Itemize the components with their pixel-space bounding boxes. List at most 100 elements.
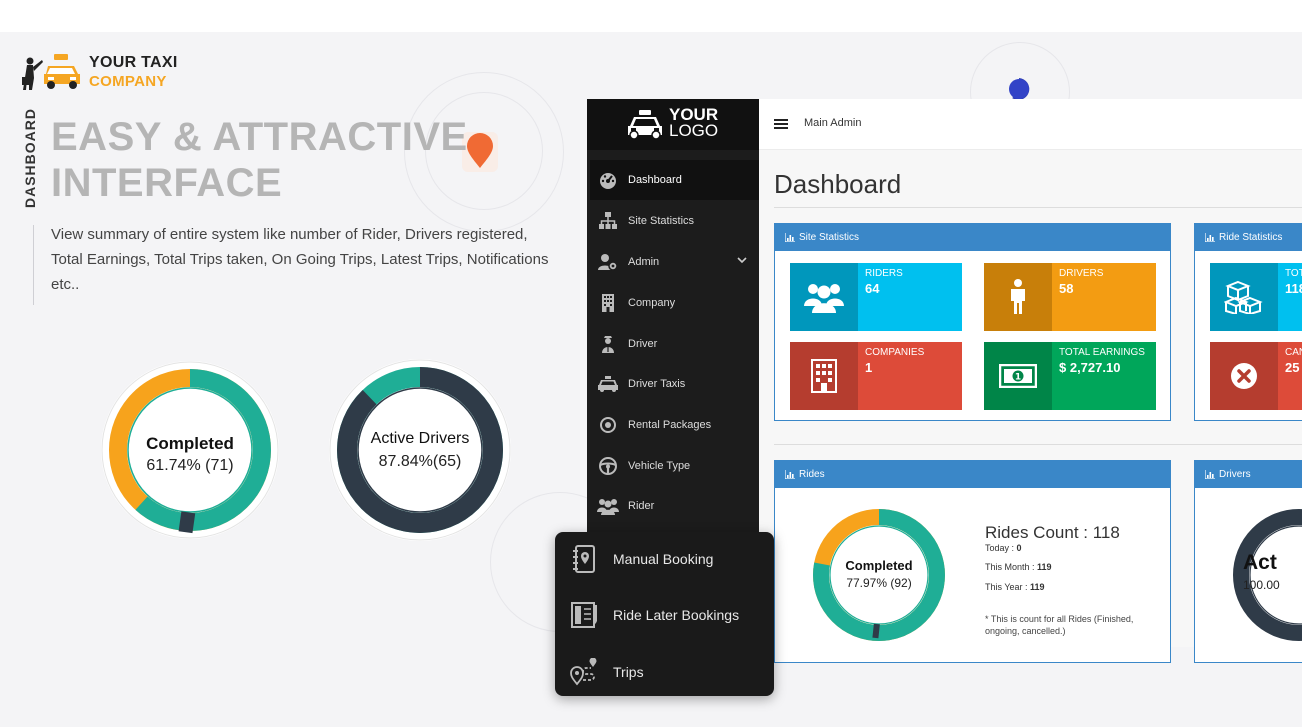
sidebar-item-admin[interactable]: Admin: [590, 242, 759, 282]
stat-value: 58: [1059, 281, 1074, 296]
stat-tile-drivers[interactable]: DRIVERS 58: [984, 263, 1156, 331]
dashboard-gauge-icon: [596, 168, 620, 192]
stat-tile-riders[interactable]: RIDERS 64: [790, 263, 962, 331]
stat-name: RIDERS: [865, 268, 903, 279]
active-drivers-donut-label: Active Drivers: [370, 430, 470, 447]
drivers-donut-value: 100.00: [1243, 578, 1280, 592]
menu-item-manual-booking[interactable]: Manual Booking: [555, 533, 774, 585]
rides-donut-value: 77.97% (92): [846, 576, 912, 590]
menu-item-label: Trips: [613, 664, 644, 680]
sidebar-item-driver-taxis[interactable]: Driver Taxis: [590, 364, 759, 404]
stat-value: $ 2,727.10: [1059, 360, 1121, 375]
sidebar-item-driver[interactable]: Driver: [590, 324, 759, 364]
route-pin-icon: [569, 657, 599, 687]
calendar-book-icon: [569, 600, 599, 630]
rides-panel-title: Rides: [799, 469, 825, 480]
stat-name: TOTAL EARNINGS: [1059, 347, 1145, 358]
active-drivers-donut-card: Active Drivers 87.84%(65): [328, 358, 512, 542]
sidebar-item-label: Admin: [628, 256, 660, 268]
stat-name: TOT: [1285, 268, 1302, 279]
section-divider: [774, 444, 1302, 445]
stat-value: 64: [865, 281, 880, 296]
stat-tile-body: TOTAL EARNINGS $ 2,727.10: [1052, 342, 1156, 410]
sidebar-item-dashboard[interactable]: Dashboard: [590, 160, 759, 200]
male-person-icon: [984, 263, 1052, 331]
menu-item-label: Ride Later Bookings: [613, 607, 740, 623]
menu-item-trips[interactable]: Trips: [555, 646, 774, 698]
money-bill-icon: 1: [984, 342, 1052, 410]
rides-today-value: 0: [1016, 543, 1022, 553]
completed-donut-gap-marker: [178, 511, 196, 534]
drivers-panel-header: Drivers: [1195, 461, 1302, 488]
page-title: Dashboard: [774, 169, 902, 199]
rides-donut-chart: [813, 509, 945, 641]
sidebar-item-rider[interactable]: Rider: [590, 486, 759, 526]
stat-name: CAN: [1285, 347, 1302, 358]
stat-name: DRIVERS: [1059, 268, 1104, 279]
sidebar-item-label: Company: [628, 297, 676, 309]
rides-donut-label: Completed: [845, 558, 913, 573]
active-drivers-donut-value: 87.84%(65): [378, 453, 462, 470]
description-accent-bar: [33, 225, 34, 305]
stat-value: 1: [865, 360, 873, 375]
promo-stage: YOUR TAXI COMPANY DASHBOARD EASY & ATTRA…: [0, 32, 1302, 727]
stat-tile-body: RIDERS 64: [858, 263, 962, 331]
sidebar-item-site-statistics[interactable]: Site Statistics: [590, 201, 759, 241]
sidebar-item-label: Rental Packages: [628, 419, 712, 431]
brand-logo[interactable]: YOUR TAXI COMPANY: [20, 52, 190, 92]
sitemap-icon: [596, 209, 620, 233]
stat-value: 118: [1285, 281, 1302, 296]
stat-value: 25: [1285, 360, 1300, 375]
sidebar-item-vehicle-type[interactable]: Vehicle Type: [590, 446, 759, 486]
completed-donut-card: Completed 61.74% (71): [100, 360, 280, 540]
site-statistics-panel-header: Site Statistics: [775, 224, 1170, 251]
driver-icon: [596, 332, 620, 356]
app-logo[interactable]: YOUR LOGO: [587, 99, 759, 150]
sidebar-item-label: Site Statistics: [628, 215, 695, 227]
bar-chart-icon: [1205, 233, 1215, 242]
sidebar-item-label: Vehicle Type: [628, 460, 691, 472]
bar-chart-icon: [785, 233, 795, 242]
stat-tile-total-earnings[interactable]: 1 TOTAL EARNINGS $ 2,727.10: [984, 342, 1156, 410]
sidebar-item-rental-packages[interactable]: Rental Packages: [590, 405, 759, 445]
headline: EASY & ATTRACTIVE INTERFACE: [51, 114, 468, 206]
title-divider: [774, 207, 1302, 208]
taxi-hail-logo-icon: [22, 54, 80, 90]
drivers-donut-chart: [1233, 509, 1302, 641]
rides-this-month: This Month : 119: [985, 562, 1052, 572]
chevron-down-icon[interactable]: [737, 256, 747, 264]
rides-this-year: This Year : 119: [985, 582, 1045, 592]
headline-line2: INTERFACE: [51, 161, 283, 205]
notebook-pin-icon: [569, 544, 599, 574]
menu-item-ride-later-bookings[interactable]: Ride Later Bookings: [555, 589, 774, 641]
rider-group-icon: [596, 494, 620, 518]
rides-donut: Completed 77.97% (92): [811, 507, 947, 643]
ride-statistics-panel: Ride Statistics TOT 118 C: [1194, 223, 1302, 421]
stat-tile-cancelled-rides[interactable]: CAN 25: [1210, 342, 1302, 410]
stat-tile-total-rides[interactable]: TOT 118: [1210, 263, 1302, 331]
bar-chart-icon: [785, 470, 795, 479]
completed-donut-label: Completed: [146, 434, 234, 453]
drivers-panel: Drivers Act 100.00: [1194, 460, 1302, 663]
completed-donut-value: 61.74% (71): [146, 457, 234, 474]
drivers-panel-title: Drivers: [1219, 469, 1251, 480]
sidebar-item-label: Driver: [628, 338, 658, 350]
stat-tile-body: DRIVERS 58: [1052, 263, 1156, 331]
stat-name: COMPANIES: [865, 347, 925, 358]
brand-name-line1: YOUR TAXI: [89, 54, 178, 71]
stat-tile-companies[interactable]: COMPANIES 1: [790, 342, 962, 410]
current-user-label[interactable]: Main Admin: [804, 117, 861, 129]
site-statistics-panel: Site Statistics RIDERS 64 DRIVERS 58 COM…: [774, 223, 1171, 421]
drivers-donut: Act 100.00: [1231, 507, 1302, 643]
app-logo-line2: LOGO: [669, 121, 719, 140]
stat-tile-body: COMPANIES 1: [858, 342, 962, 410]
rides-month-label: This Month :: [985, 562, 1038, 572]
hamburger-menu-icon[interactable]: [774, 119, 788, 129]
rides-today: Today : 0: [985, 543, 1022, 553]
rides-year-label: This Year :: [985, 582, 1031, 592]
sidebar-item-company[interactable]: Company: [590, 283, 759, 323]
rides-today-label: Today :: [985, 543, 1017, 553]
rides-year-value: 119: [1030, 582, 1045, 592]
brand-name-line2: COMPANY: [89, 73, 167, 90]
rides-month-value: 119: [1037, 562, 1052, 572]
